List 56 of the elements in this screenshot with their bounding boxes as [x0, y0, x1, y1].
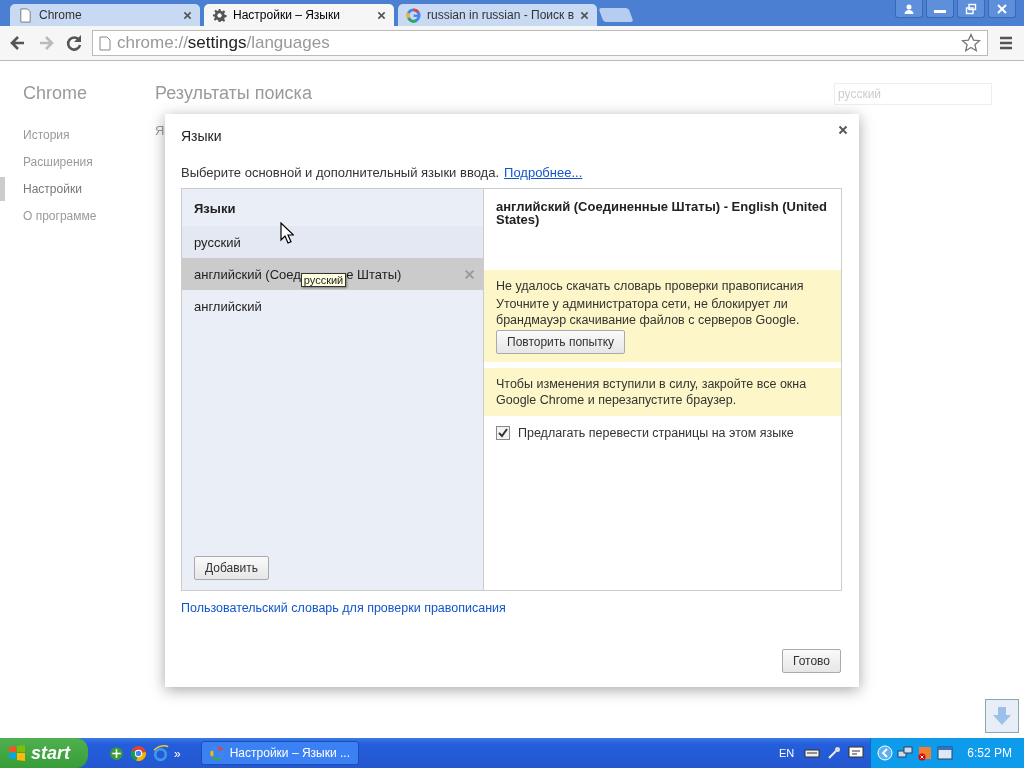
- reload-icon[interactable]: [64, 33, 84, 53]
- close-button[interactable]: [988, 0, 1016, 18]
- star-icon[interactable]: [961, 33, 981, 53]
- tooltip: русский: [300, 273, 347, 287]
- window-icon[interactable]: [937, 745, 954, 761]
- expand-icon[interactable]: [877, 745, 894, 761]
- close-icon[interactable]: [377, 10, 386, 20]
- more-icon[interactable]: »: [174, 746, 181, 761]
- address-bar[interactable]: chrome://settings/languages: [92, 30, 988, 56]
- microphone-icon[interactable]: [826, 745, 843, 761]
- dialog-title: Языки: [181, 128, 222, 144]
- user-icon: [903, 2, 915, 15]
- page-icon: [18, 7, 33, 23]
- browser-tab[interactable]: Chrome: [10, 4, 200, 26]
- app-title: Chrome: [22, 83, 89, 104]
- down-arrow-icon: [991, 705, 1013, 727]
- gear-icon: [212, 7, 227, 23]
- taskbar-item[interactable]: Настройки – Языки ...: [200, 741, 359, 765]
- language-item[interactable]: английский: [182, 290, 483, 322]
- close-icon[interactable]: [183, 10, 192, 20]
- list-header: Языки: [193, 200, 237, 218]
- speech-bubble-icon[interactable]: [848, 745, 865, 761]
- checkbox[interactable]: [496, 426, 510, 440]
- page-heading: Результаты поиска: [155, 83, 313, 104]
- user-button[interactable]: [895, 0, 923, 18]
- browser-tab[interactable]: Настройки – Языки: [204, 4, 394, 26]
- error-message: Уточните у администратора сети, не блокирует ли брандмауэр скачивание файлов с серверов Google.: [496, 296, 801, 328]
- google-icon: [209, 745, 225, 761]
- dialog-description: Выберите основной и дополнительный языки ввода.: [181, 165, 500, 180]
- browser-icon[interactable]: [152, 744, 169, 762]
- computers-icon[interactable]: [897, 745, 914, 761]
- page-icon: [99, 35, 111, 51]
- done-button[interactable]: Готово: [781, 649, 841, 673]
- browser-tab[interactable]: russian in russian - Поиск в: [398, 4, 597, 26]
- minimize-icon: [934, 10, 946, 13]
- close-icon[interactable]: [580, 10, 589, 20]
- section-heading: Я: [155, 123, 165, 138]
- chrome-icon[interactable]: [130, 744, 147, 762]
- minimize-button[interactable]: [926, 0, 954, 18]
- clock: 6:52 PM: [967, 746, 1012, 760]
- language-title: английский (Соединенные Штаты) - English (United States): [495, 198, 828, 229]
- add-button[interactable]: Добавить: [194, 556, 270, 580]
- restart-note: Чтобы изменения вступили в силу, закройте все окна Google Chrome и перезапустите браузер.: [496, 376, 808, 408]
- dictionary-link[interactable]: Пользовательский словарь для проверки правописания: [181, 601, 506, 615]
- language-indicator[interactable]: EN: [779, 747, 795, 759]
- restore-button[interactable]: [957, 0, 985, 18]
- google-icon: [406, 7, 421, 23]
- learn-more-link[interactable]: Подробнее...: [504, 165, 583, 180]
- restore-icon: [965, 2, 977, 15]
- flag-icon: [8, 745, 26, 761]
- close-icon: [996, 2, 1008, 15]
- checkbox-label: Предлагать перевести страницы на этом языке: [518, 426, 794, 440]
- retry-button[interactable]: Повторить попытку: [496, 330, 626, 354]
- error-title: Не удалось скачать словарь проверки правописания: [496, 278, 804, 294]
- nav-item[interactable]: Настройки: [0, 177, 86, 201]
- cursor-icon: [280, 222, 294, 244]
